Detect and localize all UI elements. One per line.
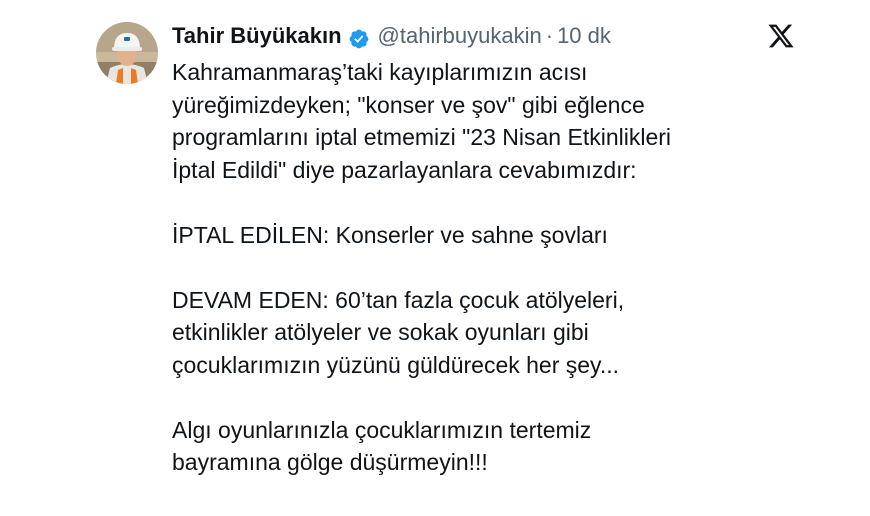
tweet-card: Tahir Büyükakın @tahirbuyukakin · 10 dk … xyxy=(0,0,870,516)
tweet-paragraph: Algı oyunlarınızla çocuklarımızın tertem… xyxy=(172,416,592,476)
separator-dot: · xyxy=(545,23,554,48)
avatar-photo xyxy=(96,22,158,84)
tweet-paragraph: Kahramanmaraş’taki kayıplarımızın acısı … xyxy=(172,59,672,183)
verified-badge-icon xyxy=(348,25,370,49)
timestamp[interactable]: 10 dk xyxy=(557,18,611,54)
author-name[interactable]: Tahir Büyükakın xyxy=(172,18,342,54)
tweet-header: Tahir Büyükakın @tahirbuyukakin · 10 dk xyxy=(172,18,611,54)
avatar[interactable] xyxy=(96,22,158,84)
author-handle[interactable]: @tahirbuyukakin xyxy=(378,18,542,54)
tweet-paragraph: DEVAM EDEN: 60’tan fazla çocuk atölyeler… xyxy=(172,286,625,378)
tweet-paragraph: İPTAL EDİLEN: Konserler ve sahne şovları xyxy=(172,221,608,248)
tweet-text: Kahramanmaraş’taki kayıplarımızın acısı … xyxy=(172,56,812,479)
x-logo-icon[interactable] xyxy=(766,22,796,50)
